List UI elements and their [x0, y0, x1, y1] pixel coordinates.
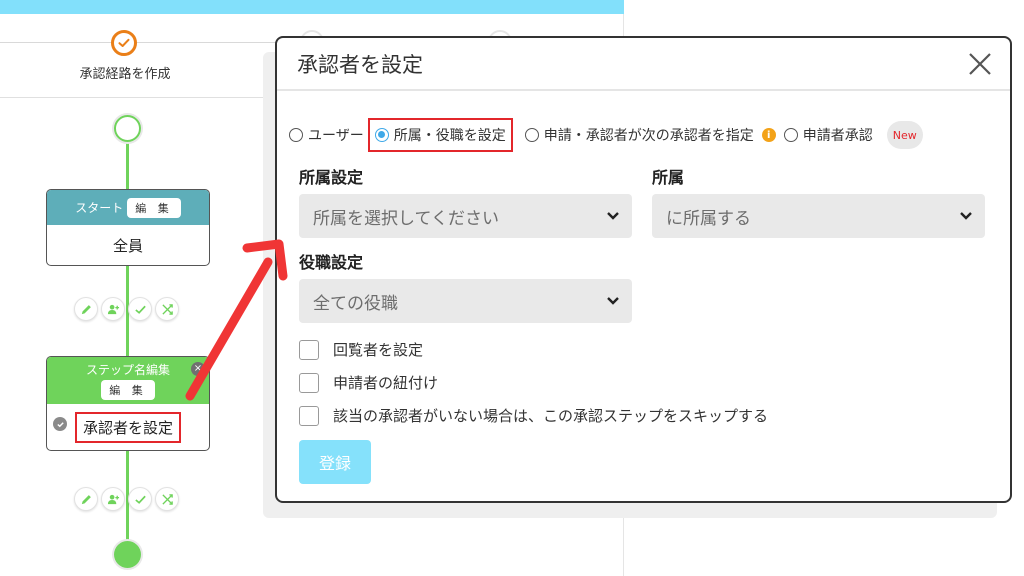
- checkbox-skip-step[interactable]: 該当の承認者がいない場合は、この承認ステップをスキップする: [299, 405, 768, 426]
- user-add-icon[interactable]: [101, 297, 125, 321]
- select-value: に所属する: [666, 208, 751, 229]
- radio-button[interactable]: [289, 128, 303, 142]
- affiliation-condition-select[interactable]: に所属する: [652, 194, 985, 238]
- approver-type-radio-group: ユーザー 所属・役職を設定 申請・承認者が次の承認者を指定 i 申請者承認 Ne…: [289, 118, 923, 152]
- radio-label: ユーザー: [308, 128, 364, 144]
- node-actions: [74, 297, 179, 321]
- start-node-title: スタート: [75, 201, 124, 215]
- radio-button[interactable]: [524, 128, 539, 142]
- shuffle-icon[interactable]: [155, 297, 179, 321]
- header-divider: [0, 97, 270, 98]
- approver-setting-label[interactable]: 承認者を設定: [74, 411, 181, 443]
- flow-connector: [126, 140, 129, 190]
- dialog-header: 承認者を設定: [277, 38, 1010, 91]
- shuffle-icon[interactable]: [155, 487, 179, 511]
- radio-affiliation-position[interactable]: 所属・役職を設定: [367, 118, 513, 152]
- chevron-down-icon: [960, 212, 972, 220]
- radio-label: 所属・役職を設定: [393, 128, 506, 144]
- checkbox-label: 申請者の紐付け: [333, 374, 439, 392]
- start-node-header: スタート 編 集: [47, 190, 209, 225]
- affiliation-select[interactable]: 所属を選択してください: [299, 194, 632, 238]
- checkbox-label: 回覧者を設定: [333, 341, 424, 359]
- info-icon[interactable]: i: [761, 128, 776, 142]
- step-node-body[interactable]: 承認者を設定: [47, 404, 209, 450]
- select-placeholder: 所属を選択してください: [313, 208, 499, 229]
- node-actions: [74, 487, 179, 511]
- step-label: 承認経路を作成: [79, 67, 171, 82]
- radio-button[interactable]: [374, 128, 389, 142]
- close-icon[interactable]: [966, 50, 994, 78]
- position-select[interactable]: 全ての役職: [299, 279, 632, 323]
- radio-applicant-approval[interactable]: 申請者承認: [783, 125, 873, 145]
- check-icon[interactable]: [128, 487, 152, 511]
- select-value: 全ての役職: [313, 293, 398, 314]
- chevron-down-icon: [607, 297, 619, 305]
- check-icon: [53, 417, 67, 431]
- new-badge: New: [886, 121, 923, 149]
- checkbox[interactable]: [299, 405, 319, 426]
- checkbox-label: 該当の承認者がいない場合は、この承認ステップをスキップする: [333, 407, 769, 425]
- affiliation-setting-label: 所属設定: [299, 168, 364, 187]
- checkbox[interactable]: [299, 339, 319, 360]
- flow-end-point: [114, 541, 141, 568]
- radio-user[interactable]: ユーザー: [289, 125, 364, 145]
- check-icon[interactable]: [128, 297, 152, 321]
- progress-bar: [0, 0, 624, 14]
- radio-button[interactable]: [783, 128, 798, 142]
- step-node-edit-button[interactable]: 編 集: [101, 380, 155, 400]
- user-add-icon[interactable]: [101, 487, 125, 511]
- radio-label: 申請・承認者が次の承認者を指定: [543, 128, 754, 144]
- dialog-title: 承認者を設定: [297, 52, 423, 77]
- position-setting-label: 役職設定: [299, 253, 364, 272]
- start-node-edit-button[interactable]: 編 集: [127, 197, 181, 218]
- start-node: スタート 編 集 全員: [46, 189, 210, 266]
- register-button[interactable]: 登録: [299, 440, 371, 484]
- checkbox-set-viewer[interactable]: 回覧者を設定: [299, 339, 423, 360]
- radio-next-approver[interactable]: 申請・承認者が次の承認者を指定: [524, 125, 754, 145]
- radio-label: 申請者承認: [802, 128, 873, 144]
- step-node: ステップ名編集 編 集 × 承認者を設定: [46, 356, 210, 451]
- start-node-body[interactable]: 全員: [47, 225, 209, 265]
- flow-start-point: [114, 115, 141, 142]
- checkbox-link-applicant[interactable]: 申請者の紐付け: [299, 372, 438, 393]
- approver-dialog: 承認者を設定 ユーザー 所属・役職を設定 申請・承認者が次の承認者を指定 i 申…: [275, 36, 1012, 503]
- check-circle-icon: [111, 30, 137, 56]
- close-icon[interactable]: ×: [191, 362, 205, 376]
- checkbox[interactable]: [299, 372, 319, 393]
- pencil-icon[interactable]: [74, 297, 98, 321]
- chevron-down-icon: [607, 212, 619, 220]
- page: 承認経路を作成 スタート 編 集 全員 ステップ名編集 編 集 × 承認者を設定…: [0, 0, 1024, 576]
- step-node-title[interactable]: ステップ名編集: [86, 361, 170, 378]
- affiliation-label: 所属: [652, 168, 685, 187]
- pencil-icon[interactable]: [74, 487, 98, 511]
- step-node-header: ステップ名編集 編 集 ×: [47, 357, 209, 404]
